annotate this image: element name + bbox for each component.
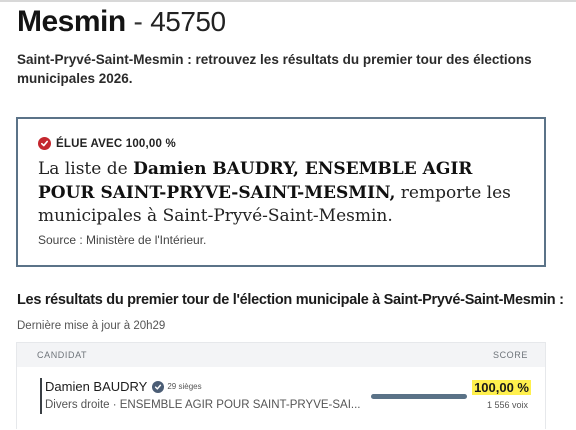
intro-text: Saint-Pryvé-Saint-Mesmin : retrouvez les… — [17, 52, 532, 86]
check-circle-icon — [38, 137, 51, 150]
table-header: CANDIDAT SCORE — [17, 343, 545, 367]
candidate-header: Damien BAUDRY 29 sièges — [45, 379, 202, 394]
city-name: Mesmin — [17, 5, 126, 38]
candidate-color-bar — [40, 378, 42, 414]
verified-badge-icon — [152, 380, 165, 393]
statement-before: La liste de — [38, 159, 134, 179]
results-title: Les résultats du premier tour de l'élect… — [17, 292, 564, 308]
elue-badge: ÉLUE AVEC 100,00 % — [38, 137, 176, 150]
page-title: Mesmin - 45750 — [17, 4, 226, 40]
title-separator: - — [133, 6, 143, 37]
vote-count: 1 556 voix — [486, 400, 528, 410]
score-bar-fill — [371, 394, 467, 399]
table-row[interactable]: Damien BAUDRY 29 sièges Divers droite · … — [17, 368, 545, 430]
winner-statement: La liste de Damien BAUDRY, ENSEMBLE AGIR… — [38, 158, 528, 229]
score-percent: 100,00 % — [472, 380, 531, 395]
elue-label: ÉLUE AVEC 100,00 % — [56, 137, 176, 150]
last-update: Dernière mise à jour à 20h29 — [17, 320, 166, 332]
seats-count: 29 sièges — [167, 382, 202, 391]
score-bar — [371, 394, 467, 399]
winner-box: ÉLUE AVEC 100,00 % La liste de Damien BA… — [16, 117, 546, 267]
source-note: Source : Ministère de l'Intérieur. — [38, 233, 207, 247]
column-candidat: CANDIDAT — [37, 350, 88, 360]
candidate-name: Damien BAUDRY — [45, 379, 148, 394]
column-score: SCORE — [492, 350, 528, 360]
candidate-list-name: Divers droite · ENSEMBLE AGIR POUR SAINT… — [45, 399, 361, 411]
postal-code: 45750 — [150, 6, 226, 37]
top-divider — [0, 0, 576, 2]
results-table: CANDIDAT SCORE Damien BAUDRY 29 sièges D… — [16, 342, 546, 429]
